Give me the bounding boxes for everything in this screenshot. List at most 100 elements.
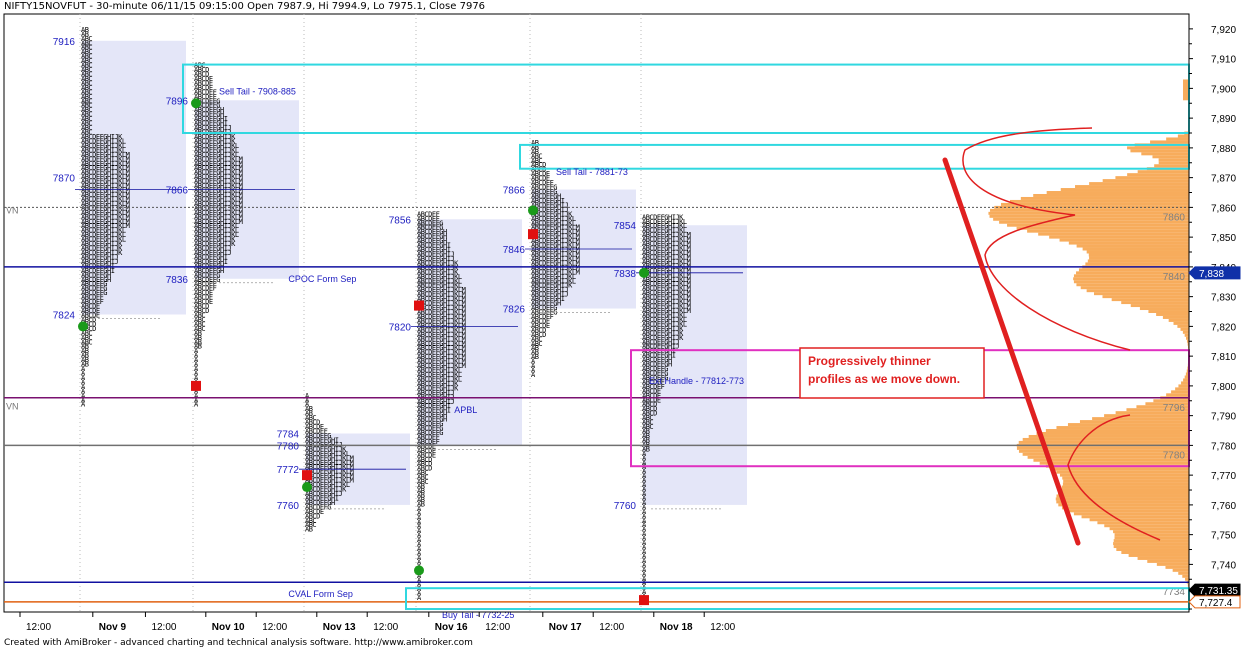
zone-label: Sell Tail - 7908-885: [219, 87, 296, 97]
volume-profile-bar: [1130, 304, 1189, 308]
volume-profile-bar: [1062, 476, 1189, 480]
close-marker: [639, 595, 649, 606]
volume-profile-bar: [1076, 283, 1189, 287]
volume-profile-bar: [1067, 423, 1189, 427]
volume-profile-bar: [1111, 298, 1189, 302]
volume-profile-bar: [1089, 518, 1189, 522]
price-axis-label: 7,830: [1211, 293, 1236, 304]
time-axis-label: 12:00: [485, 622, 510, 633]
volume-profile-bar: [1058, 491, 1189, 495]
profile-level-label: 7824: [53, 310, 76, 321]
price-badge-text: 7,838: [1199, 269, 1224, 280]
profile-level-label: 7760: [277, 501, 300, 512]
volume-profile-bar: [1139, 307, 1189, 311]
price-axis-label: 7,900: [1211, 84, 1236, 95]
volume-profile-bar: [1059, 473, 1189, 477]
volume-profile-bar: [1121, 301, 1189, 305]
volume-profile-bar: [1102, 295, 1189, 299]
volume-profile-bar: [1180, 327, 1189, 331]
open-marker: [302, 482, 312, 493]
volume-profile-bar: [1130, 149, 1189, 153]
volume-profile-bar: [1092, 417, 1189, 421]
volume-profile-bar: [1000, 202, 1189, 206]
volume-profile-bar: [1113, 542, 1189, 546]
volume-profile-bar: [1152, 155, 1189, 159]
open-marker: [414, 565, 424, 576]
time-axis-label: 12:00: [262, 622, 287, 633]
close-marker: [414, 300, 424, 311]
reference-line-label: CPOC Form Sep: [288, 274, 356, 284]
volume-profile-bar: [1087, 259, 1189, 263]
volume-profile-bar: [1056, 500, 1189, 504]
price-axis-label: 7,760: [1211, 501, 1236, 512]
volume-profile-bar: [1137, 556, 1189, 560]
volume-profile-bar: [1168, 318, 1189, 322]
volume-profile-bar: [1056, 494, 1189, 498]
volume-profile-bar: [1085, 262, 1189, 266]
time-axis-label: Nov 9: [99, 622, 127, 633]
volume-profile-bar: [1184, 333, 1189, 337]
volume-profile-bar: [1171, 390, 1189, 394]
price-axis-label: 7,820: [1211, 322, 1236, 333]
volume-profile-bar: [1020, 196, 1189, 200]
annotation-text: profiles as we move down.: [808, 372, 960, 386]
time-axis-label: Nov 17: [549, 622, 582, 633]
volume-profile-bar: [1148, 310, 1189, 313]
profile-level-label: 7760: [614, 501, 637, 512]
price-axis-label: 7,790: [1211, 412, 1236, 423]
time-axis-label: Nov 16: [435, 622, 468, 633]
profile-level-label: 7856: [389, 215, 412, 226]
volume-profile-bar: [1137, 170, 1189, 174]
volume-profile-bar: [1173, 321, 1189, 325]
open-marker: [191, 98, 201, 109]
price-axis-label: 7,800: [1211, 382, 1236, 393]
volume-profile-bar: [1062, 482, 1189, 486]
volume-profile-bar: [1027, 229, 1189, 233]
volume-profile-bar: [1178, 384, 1189, 388]
profile-level-label: 7780: [277, 441, 300, 452]
open-marker: [528, 205, 538, 216]
profile-level-label: 7866: [503, 186, 526, 197]
volume-profile-bar: [1088, 253, 1189, 257]
volume-profile-bar: [1061, 506, 1189, 510]
volume-profile-bar: [1185, 577, 1189, 581]
profile-level-label: 7866: [166, 186, 189, 197]
profile-level-label: 7846: [503, 245, 526, 256]
price-axis: 7,740 7,750 7,760 7,770 7,780 7,790 7,800 7,810…: [1188, 14, 1241, 612]
volume-profile-bar: [1080, 286, 1189, 290]
volume-profile-bar: [1127, 146, 1189, 150]
volume-profile-bar: [1115, 176, 1189, 180]
close-marker: [528, 229, 538, 240]
volume-profile-bar: [1046, 191, 1189, 194]
volume-profile-bar: [1158, 158, 1189, 162]
time-axis: 12:00 Nov 9 12:00 Nov 10 12:00 Nov 13 12:00 Nov…: [4, 611, 1189, 633]
volume-profile-bar: [1109, 527, 1189, 531]
volume-profile-bar: [1128, 553, 1189, 557]
profile-level-label: 7820: [389, 322, 412, 333]
volume-profile-bar: [1102, 179, 1189, 183]
volume-profile-bar: [1086, 289, 1189, 293]
close-marker: [191, 380, 201, 391]
volume-profile-bar: [993, 217, 1189, 221]
volume-profile-bar: [1059, 488, 1189, 492]
time-axis-label: 12:00: [373, 622, 398, 633]
price-badge: 7,731.35: [1188, 583, 1241, 597]
volume-profile-bar: [1165, 565, 1189, 569]
volume-profile-bar: [1055, 497, 1189, 501]
profile-level-label: 7784: [277, 429, 300, 440]
time-axis-label: Nov 13: [323, 622, 356, 633]
vn-label: VN: [6, 205, 19, 215]
price-axis-label: 7,920: [1211, 25, 1236, 36]
price-axis-label: 7,880: [1211, 144, 1236, 155]
volume-profile-bar: [1039, 461, 1189, 465]
volume-profile-bar: [1038, 232, 1189, 236]
volume-profile-bar: [1075, 185, 1189, 189]
volume-profile-bar: [1154, 164, 1189, 168]
volume-profile-bar: [1104, 524, 1189, 528]
time-axis-label: 12:00: [599, 622, 624, 633]
volume-profile-bar: [1182, 574, 1189, 578]
volume-profile-bar: [1016, 226, 1189, 230]
volume-profile-bar: [990, 208, 1189, 212]
volume-profile-bar: [1113, 539, 1189, 543]
volume-profile-bar: [1093, 292, 1189, 296]
